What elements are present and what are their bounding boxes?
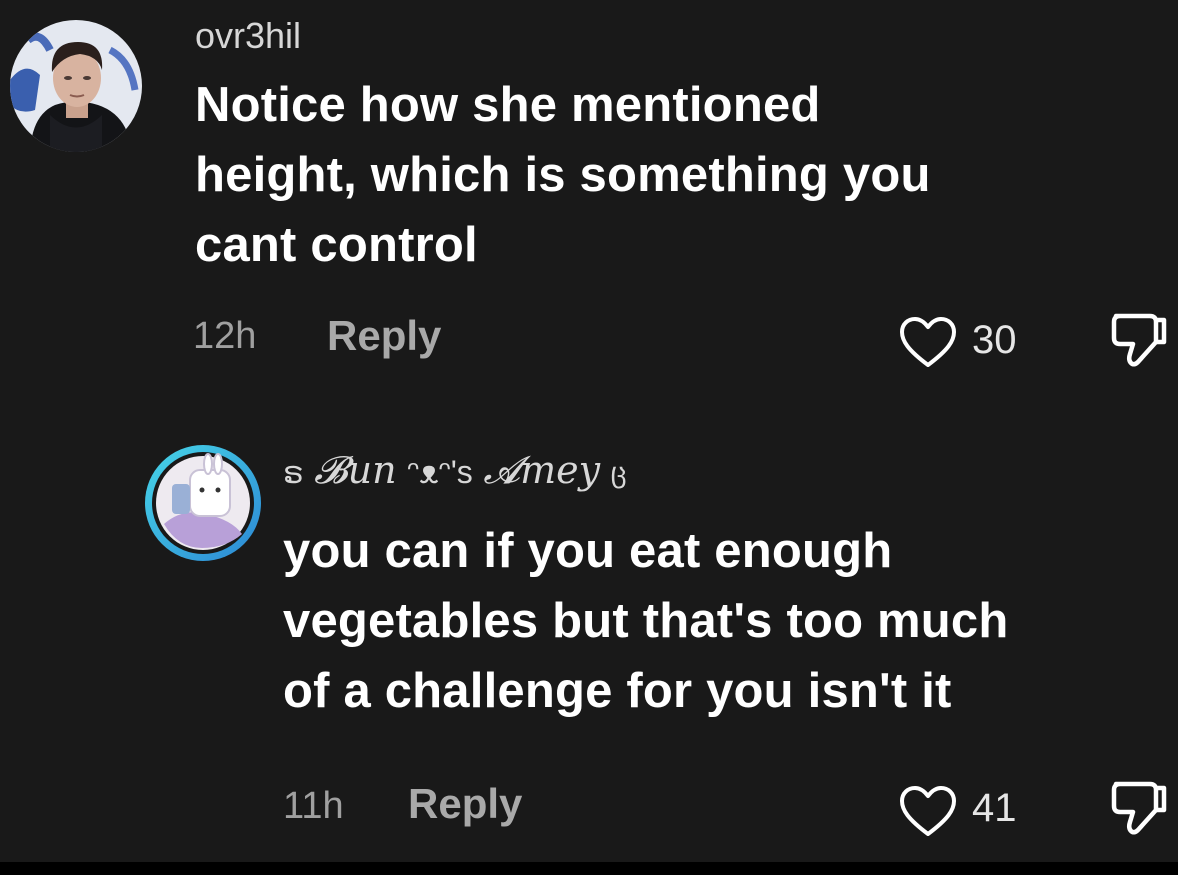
reply-comment-item: ຣ 𝓑un ᵔᴥᵔ's 𝓐mey ც you can if you eat en… bbox=[0, 380, 1178, 862]
thumbs-down-icon[interactable] bbox=[1108, 776, 1168, 840]
username-part: 𝓐mey bbox=[483, 448, 601, 492]
heart-outline-icon[interactable] bbox=[898, 315, 958, 371]
reply-button[interactable]: Reply bbox=[327, 312, 441, 360]
username-prefix: ຣ bbox=[283, 457, 304, 490]
profile-photo-icon bbox=[145, 445, 261, 561]
like-count: 41 bbox=[972, 786, 1017, 830]
comment-text: you can if you eat enough vegetables but… bbox=[283, 524, 1009, 718]
avatar[interactable] bbox=[142, 442, 264, 564]
username-part: ᵔᴥᵔ's bbox=[407, 454, 473, 490]
heart-outline-icon[interactable] bbox=[898, 784, 958, 840]
comment-username[interactable]: ovr3hil bbox=[195, 15, 301, 57]
reply-button[interactable]: Reply bbox=[408, 780, 522, 828]
like-count: 30 bbox=[972, 318, 1017, 362]
comment-thread: ovr3hil Notice how she mentioned height,… bbox=[0, 0, 1178, 862]
username-badge: ც bbox=[610, 457, 627, 489]
comment-timestamp: 11h bbox=[283, 785, 344, 827]
comment-text: Notice how she mentioned height, which i… bbox=[195, 78, 931, 272]
avatar[interactable] bbox=[10, 20, 142, 152]
comment-timestamp: 12h bbox=[193, 315, 257, 357]
comment-item: ovr3hil Notice how she mentioned height,… bbox=[0, 0, 1178, 380]
username-part: 𝓑un bbox=[314, 448, 397, 492]
comment-username[interactable]: ຣ 𝓑un ᵔᴥᵔ's 𝓐mey ც bbox=[283, 448, 627, 493]
profile-photo-icon bbox=[10, 20, 142, 152]
thumbs-down-icon[interactable] bbox=[1108, 308, 1168, 372]
